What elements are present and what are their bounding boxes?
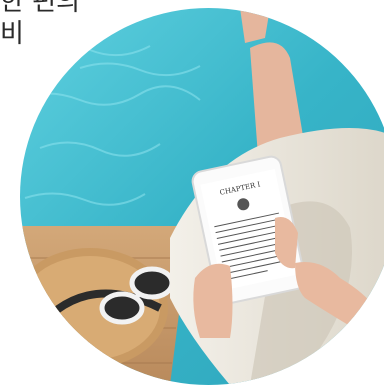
caption-line-1: 한 편의	[0, 0, 81, 17]
photo-illustration: CHAPTER I	[20, 8, 384, 385]
caption-text: 한 편의 비	[0, 0, 80, 50]
page: 한 편의 비 CHAPTER I	[0, 0, 384, 385]
caption-line-2: 비	[0, 19, 24, 49]
circular-photo: CHAPTER I	[20, 8, 384, 385]
